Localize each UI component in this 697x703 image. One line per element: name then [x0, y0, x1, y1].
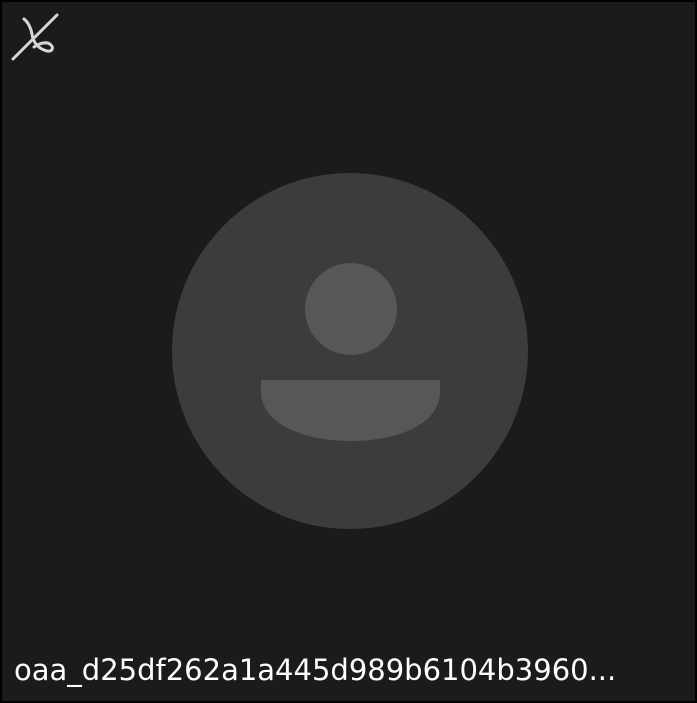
participant-name: oaa_d25df262a1a445d989b6104b3960...	[14, 653, 617, 687]
microphone-off-icon	[9, 12, 61, 64]
avatar	[172, 173, 528, 529]
person-placeholder-icon	[261, 263, 440, 441]
participant-video-tile[interactable]: oaa_d25df262a1a445d989b6104b3960...	[2, 2, 695, 701]
